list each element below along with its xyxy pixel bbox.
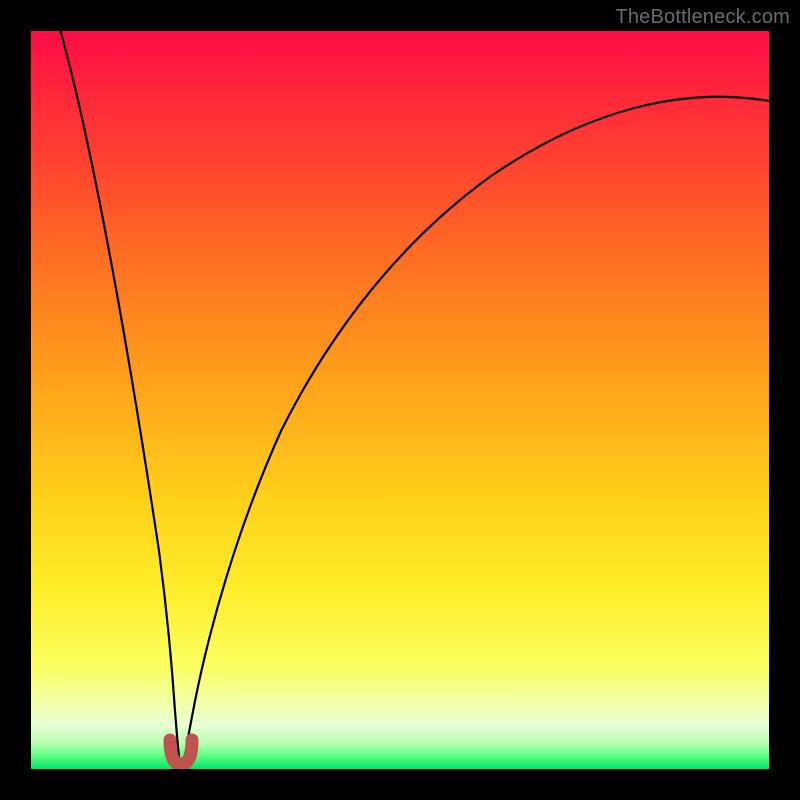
chart-frame: TheBottleneck.com [0,0,800,800]
watermark-text: TheBottleneck.com [615,6,790,29]
plot-area [31,31,769,769]
optimal-region-marker [170,740,192,764]
bottleneck-curve [61,31,770,765]
curve-layer [31,31,769,769]
